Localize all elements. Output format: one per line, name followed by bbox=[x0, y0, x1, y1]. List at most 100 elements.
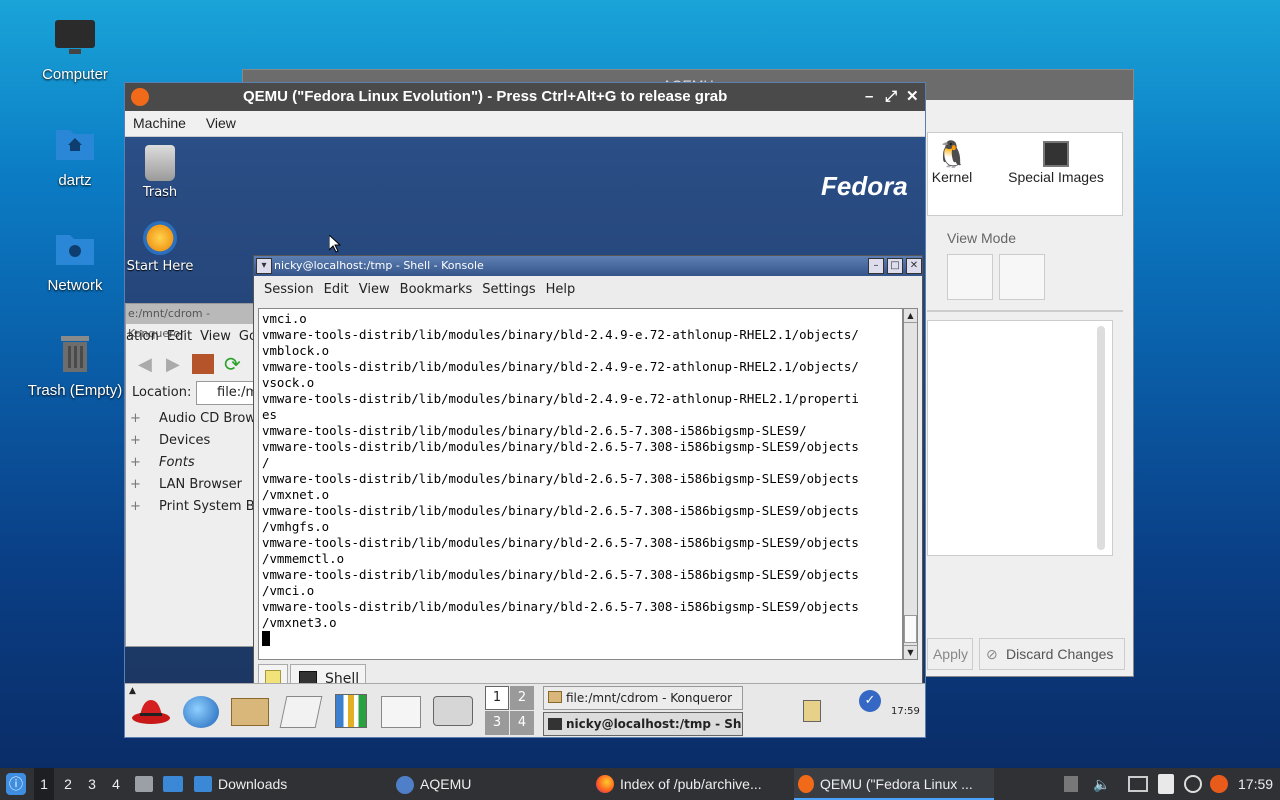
browser-icon[interactable] bbox=[183, 696, 219, 728]
panel-hide-arrow-icon[interactable]: ▲ bbox=[129, 686, 136, 696]
update-check-icon[interactable]: ✓ bbox=[859, 690, 881, 712]
menu-session[interactable]: Session bbox=[254, 276, 319, 297]
host-clock: 17:59 bbox=[1238, 776, 1274, 792]
desktop-icon-home[interactable]: dartz bbox=[20, 122, 130, 189]
menu-edit[interactable]: Edit bbox=[319, 276, 354, 297]
back-icon[interactable]: ◀ bbox=[138, 354, 152, 375]
volume-icon[interactable]: 🔈 bbox=[1092, 768, 1112, 800]
menu-item[interactable]: Edit bbox=[167, 329, 200, 344]
minimize-icon[interactable]: – bbox=[865, 83, 873, 111]
aqemu-scrollbar[interactable] bbox=[1097, 326, 1105, 550]
battery-icon[interactable] bbox=[1064, 776, 1078, 792]
printer-icon[interactable] bbox=[433, 696, 473, 726]
window-menu-icon[interactable]: ▾ bbox=[256, 258, 272, 274]
tree-item[interactable]: + Fonts bbox=[130, 452, 254, 474]
reload-icon[interactable]: ⟳ bbox=[224, 352, 241, 376]
whisker-menu-icon[interactable]: ⓘ bbox=[6, 773, 26, 795]
konqueror-toolbar: ◀ ▶ ⟳ bbox=[126, 350, 254, 380]
konsole-titlebar[interactable]: ▾ nicky@localhost:/tmp - Shell - Konsole… bbox=[254, 256, 922, 276]
taskbar-item-downloads[interactable]: Downloads bbox=[194, 768, 384, 800]
pager-desktop[interactable]: 2 bbox=[510, 686, 534, 710]
scroll-down-icon[interactable]: ▼ bbox=[904, 645, 917, 659]
menu-item[interactable]: View bbox=[200, 329, 239, 344]
menu-view[interactable]: View bbox=[354, 276, 395, 297]
home-icon[interactable] bbox=[192, 354, 214, 374]
calc-icon[interactable] bbox=[335, 694, 367, 728]
location-input[interactable]: file:/m bbox=[196, 381, 256, 405]
discard-label: Discard Changes bbox=[1006, 646, 1114, 662]
forward-icon[interactable]: ▶ bbox=[166, 354, 180, 375]
scroll-up-icon[interactable]: ▲ bbox=[904, 309, 917, 323]
kernel-item[interactable]: 🐧 Kernel bbox=[928, 141, 976, 185]
terminal-line: es bbox=[262, 407, 277, 422]
desktop-icon-computer[interactable]: Computer bbox=[20, 16, 130, 83]
pager-desktop[interactable]: 1 bbox=[485, 686, 509, 710]
kernel-label: Kernel bbox=[931, 169, 973, 185]
menu-help[interactable]: Help bbox=[541, 276, 581, 297]
maximize-icon[interactable]: □ bbox=[887, 258, 903, 274]
terminal-line: vmware-tools-distrib/lib/modules/binary/… bbox=[262, 359, 859, 374]
tree-item[interactable]: + Print System Br bbox=[130, 496, 260, 518]
network-status-icon[interactable] bbox=[1184, 775, 1202, 793]
trash-can-icon bbox=[145, 145, 175, 181]
klipper-icon[interactable] bbox=[803, 700, 821, 722]
display-icon[interactable] bbox=[1128, 776, 1148, 792]
desktop-icon-network[interactable]: Network bbox=[20, 227, 130, 294]
chip-icon bbox=[1043, 141, 1069, 167]
desktop-icon-label: dartz bbox=[58, 172, 92, 189]
konqueror-title[interactable]: e:/mnt/cdrom - Konqueror bbox=[126, 304, 254, 340]
minimize-icon[interactable]: – bbox=[868, 258, 884, 274]
menu-item[interactable]: ation bbox=[126, 329, 167, 344]
view-mode-icons-button[interactable] bbox=[947, 254, 993, 300]
tree-item[interactable]: + Audio CD Brows bbox=[130, 408, 263, 430]
taskbar-item-firefox[interactable]: Index of /pub/archive... bbox=[596, 768, 786, 800]
menu-bookmarks[interactable]: Bookmarks bbox=[395, 276, 478, 297]
close-icon[interactable]: ✕ bbox=[906, 83, 919, 111]
qemu-titlebar[interactable]: QEMU ("Fedora Linux Evolution") - Press … bbox=[125, 83, 925, 111]
konqueror-window[interactable]: e:/mnt/cdrom - Konqueror ation Edit View Go… bbox=[125, 303, 263, 647]
impress-icon[interactable] bbox=[381, 696, 421, 728]
terminal-scrollbar[interactable]: ▲ ▼ bbox=[903, 308, 918, 660]
terminal-output[interactable]: vmci.o vmware-tools-distrib/lib/modules/b… bbox=[258, 308, 903, 660]
guest-icon-trash[interactable]: Trash bbox=[125, 145, 195, 200]
taskbar-item-konqueror[interactable]: file:/mnt/cdrom - Konqueror bbox=[543, 686, 743, 710]
menu-settings[interactable]: Settings bbox=[477, 276, 540, 297]
guest-screen[interactable]: Fedora Trash Start Here e:/mnt/cdrom - K… bbox=[125, 137, 925, 737]
tree-item[interactable]: + Devices bbox=[130, 430, 254, 452]
menu-machine[interactable]: Machine bbox=[125, 111, 194, 131]
view-mode-list-button[interactable] bbox=[999, 254, 1045, 300]
konsole-window[interactable]: ▾ nicky@localhost:/tmp - Shell - Konsole… bbox=[253, 255, 923, 703]
maximize-icon[interactable]: ⤢ bbox=[885, 83, 897, 111]
scroll-thumb[interactable] bbox=[904, 615, 917, 643]
discard-icon: ⊘ bbox=[986, 646, 998, 662]
qemu-menubar: Machine View bbox=[125, 111, 925, 137]
pager-desktop[interactable]: 3 bbox=[485, 711, 509, 735]
aqemu-icon bbox=[396, 776, 414, 794]
show-desktop-icon[interactable] bbox=[163, 776, 183, 792]
clipboard-icon[interactable] bbox=[1158, 774, 1174, 794]
taskbar-item-konsole[interactable]: nicky@localhost:/tmp - She bbox=[543, 712, 743, 736]
workspace-3[interactable]: 3 bbox=[83, 768, 101, 800]
ubuntu-updates-icon[interactable] bbox=[1210, 775, 1228, 793]
menu-view[interactable]: View bbox=[198, 111, 244, 131]
discard-changes-button[interactable]: ⊘ Discard Changes bbox=[979, 638, 1125, 670]
pager-desktop[interactable]: 4 bbox=[510, 711, 534, 735]
file-manager-icon[interactable] bbox=[135, 776, 153, 792]
workspace-2[interactable]: 2 bbox=[59, 768, 77, 800]
writer-icon[interactable] bbox=[279, 696, 323, 728]
special-images-item[interactable]: Special Images bbox=[996, 141, 1116, 185]
aqemu-list-area[interactable] bbox=[927, 320, 1113, 556]
redhat-menu-icon[interactable] bbox=[131, 696, 171, 726]
qemu-window[interactable]: QEMU ("Fedora Linux Evolution") - Press … bbox=[124, 82, 926, 738]
tree-item[interactable]: + LAN Browser bbox=[130, 474, 254, 496]
taskbar-item-aqemu[interactable]: AQEMU bbox=[396, 768, 582, 800]
guest-icon-label: Start Here bbox=[126, 259, 194, 274]
workspace-4[interactable]: 4 bbox=[107, 768, 125, 800]
workspace-1[interactable]: 1 bbox=[34, 768, 54, 800]
close-icon[interactable]: ✕ bbox=[906, 258, 922, 274]
desktop-icon-trash[interactable]: Trash (Empty) bbox=[20, 332, 130, 399]
apply-button[interactable]: Apply bbox=[927, 638, 973, 670]
home-folder-icon[interactable] bbox=[231, 698, 269, 726]
guest-icon-start-here[interactable]: Start Here bbox=[125, 221, 195, 274]
taskbar-item-qemu[interactable]: QEMU ("Fedora Linux ... bbox=[794, 768, 994, 800]
